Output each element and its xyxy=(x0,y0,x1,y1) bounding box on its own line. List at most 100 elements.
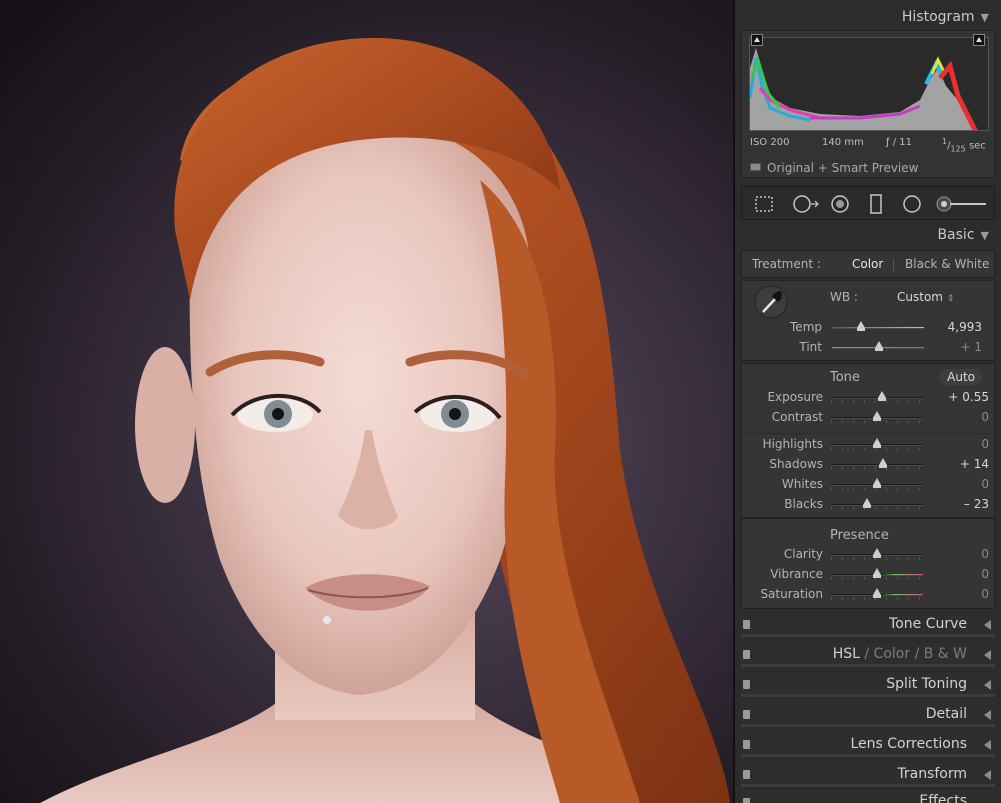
effects-panel[interactable]: Effects xyxy=(741,791,995,803)
photo-canvas[interactable] xyxy=(0,0,733,803)
eyedropper-icon[interactable] xyxy=(754,285,788,319)
transform-panel[interactable]: Transform xyxy=(741,763,995,787)
exposure-thumb[interactable] xyxy=(877,391,886,401)
panel-switch-icon[interactable] xyxy=(743,798,750,803)
expand-arrow-icon[interactable] xyxy=(984,770,991,780)
highlights-thumb[interactable] xyxy=(873,438,881,448)
panel-switch-icon[interactable] xyxy=(743,710,750,719)
panel-switch-icon[interactable] xyxy=(743,650,750,659)
temp-label: Temp xyxy=(790,320,822,334)
basic-header[interactable]: Basic ▼ xyxy=(937,227,989,243)
detail-title: Detail xyxy=(925,706,967,722)
lens-corrections-panel[interactable]: Lens Corrections xyxy=(741,733,995,757)
clarity-thumb[interactable] xyxy=(873,548,881,558)
graduated-filter-icon[interactable] xyxy=(866,194,886,214)
tone-curve-title: Tone Curve xyxy=(889,616,967,632)
spot-removal-icon[interactable] xyxy=(792,194,820,214)
contrast-slider[interactable] xyxy=(831,411,923,425)
panel-switch-icon[interactable] xyxy=(743,740,750,749)
updown-icon: ⇕ xyxy=(946,294,955,304)
blacks-slider[interactable] xyxy=(831,498,923,512)
clarity-value[interactable]: 0 xyxy=(939,547,989,561)
exposure-value[interactable]: + 0.55 xyxy=(939,390,989,404)
exposure-slider[interactable] xyxy=(831,391,923,405)
temp-thumb[interactable] xyxy=(857,321,866,331)
effects-title: Effects xyxy=(919,793,967,803)
saturation-slider[interactable] xyxy=(831,588,923,602)
blacks-track xyxy=(831,504,923,506)
tint-value[interactable]: + 1 xyxy=(932,340,982,354)
expand-arrow-icon[interactable] xyxy=(984,710,991,720)
shadow-clipping-icon[interactable] xyxy=(751,34,763,46)
expand-arrow-icon[interactable] xyxy=(984,650,991,660)
highlights-value[interactable]: 0 xyxy=(939,437,989,451)
shadows-thumb[interactable] xyxy=(879,458,888,468)
whites-thumb[interactable] xyxy=(873,478,881,488)
blacks-ticks xyxy=(831,507,923,510)
histogram-graph[interactable] xyxy=(749,37,989,131)
split-toning-title: Split Toning xyxy=(886,676,967,692)
shutter-speed: 1/125 sec xyxy=(942,137,986,154)
histogram-panel: ISO 200 140 mm ƒ / 11 1/125 sec Original… xyxy=(741,30,995,178)
vibrance-slider[interactable] xyxy=(831,568,923,582)
basic-title: Basic xyxy=(937,227,975,243)
whites-slider[interactable] xyxy=(831,478,923,492)
shadows-value[interactable]: + 14 xyxy=(939,457,989,471)
crop-overlay-icon[interactable] xyxy=(754,194,774,214)
vibrance-value[interactable]: 0 xyxy=(939,567,989,581)
smart-preview-status[interactable]: Original + Smart Preview xyxy=(750,161,918,175)
tab-hsl[interactable]: HSL xyxy=(833,646,860,662)
clarity-slider[interactable] xyxy=(831,548,923,562)
shadows-slider[interactable] xyxy=(831,458,923,472)
treatment-bw-option[interactable]: Black & White xyxy=(905,257,989,271)
red-eye-icon[interactable] xyxy=(830,194,850,214)
lens-corrections-title: Lens Corrections xyxy=(850,736,967,752)
aperture-value: ƒ / 11 xyxy=(886,137,912,148)
tint-label: Tint xyxy=(799,340,822,354)
radial-filter-icon[interactable] xyxy=(902,194,922,214)
temp-value[interactable]: 4,993 xyxy=(932,320,982,334)
tone-curve-panel[interactable]: Tone Curve xyxy=(741,613,995,637)
expand-arrow-icon[interactable] xyxy=(984,680,991,690)
expand-arrow-icon[interactable] xyxy=(984,740,991,750)
wb-label: WB : xyxy=(830,290,858,304)
detail-panel[interactable]: Detail xyxy=(741,703,995,727)
shutter-unit: sec xyxy=(968,140,986,152)
panel-switch-icon[interactable] xyxy=(743,770,750,779)
portrait-image xyxy=(40,37,730,803)
histogram-header[interactable]: Histogram ▼ xyxy=(902,9,989,25)
expand-arrow-icon[interactable] xyxy=(984,620,991,630)
highlights-slider[interactable] xyxy=(831,438,923,452)
histogram-curve xyxy=(750,48,978,130)
blacks-value[interactable]: – 23 xyxy=(939,497,989,511)
collapse-triangle-icon[interactable]: ▼ xyxy=(981,11,989,24)
shutter-denominator: 125 xyxy=(950,144,966,154)
treatment-color-option[interactable]: Color xyxy=(852,257,883,271)
tint-slider[interactable] xyxy=(832,341,924,355)
vibrance-thumb[interactable] xyxy=(873,568,881,578)
highlight-clipping-icon[interactable] xyxy=(973,34,985,46)
whites-value[interactable]: 0 xyxy=(939,477,989,491)
tool-strip xyxy=(741,186,995,220)
auto-tone-button[interactable]: Auto xyxy=(940,369,982,385)
split-toning-panel[interactable]: Split Toning xyxy=(741,673,995,697)
contrast-value[interactable]: 0 xyxy=(939,410,989,424)
panel-switch-icon[interactable] xyxy=(743,680,750,689)
wb-select[interactable]: Custom ⇕ xyxy=(897,290,954,304)
tone-divider xyxy=(741,433,995,434)
contrast-thumb[interactable] xyxy=(873,411,881,421)
adjustment-brush-icon[interactable] xyxy=(936,194,988,214)
temp-slider[interactable] xyxy=(832,321,924,335)
basic-collapse-icon[interactable]: ▼ xyxy=(981,229,989,242)
hsl-panel[interactable]: HSL / Color / B & W xyxy=(741,643,995,667)
tab-bw[interactable]: B & W xyxy=(924,646,967,662)
saturation-value[interactable]: 0 xyxy=(939,587,989,601)
tab-color[interactable]: Color xyxy=(874,646,911,662)
tint-thumb[interactable] xyxy=(874,341,883,351)
clarity-label: Clarity xyxy=(783,547,823,561)
panel-switch-icon[interactable] xyxy=(743,620,750,629)
develop-right-panel: Histogram ▼ ISO 200 140 mm ƒ / 11 1/125 s… xyxy=(733,0,1001,803)
blacks-thumb[interactable] xyxy=(862,498,871,508)
saturation-thumb[interactable] xyxy=(873,588,881,598)
blacks-label: Blacks xyxy=(784,497,823,511)
